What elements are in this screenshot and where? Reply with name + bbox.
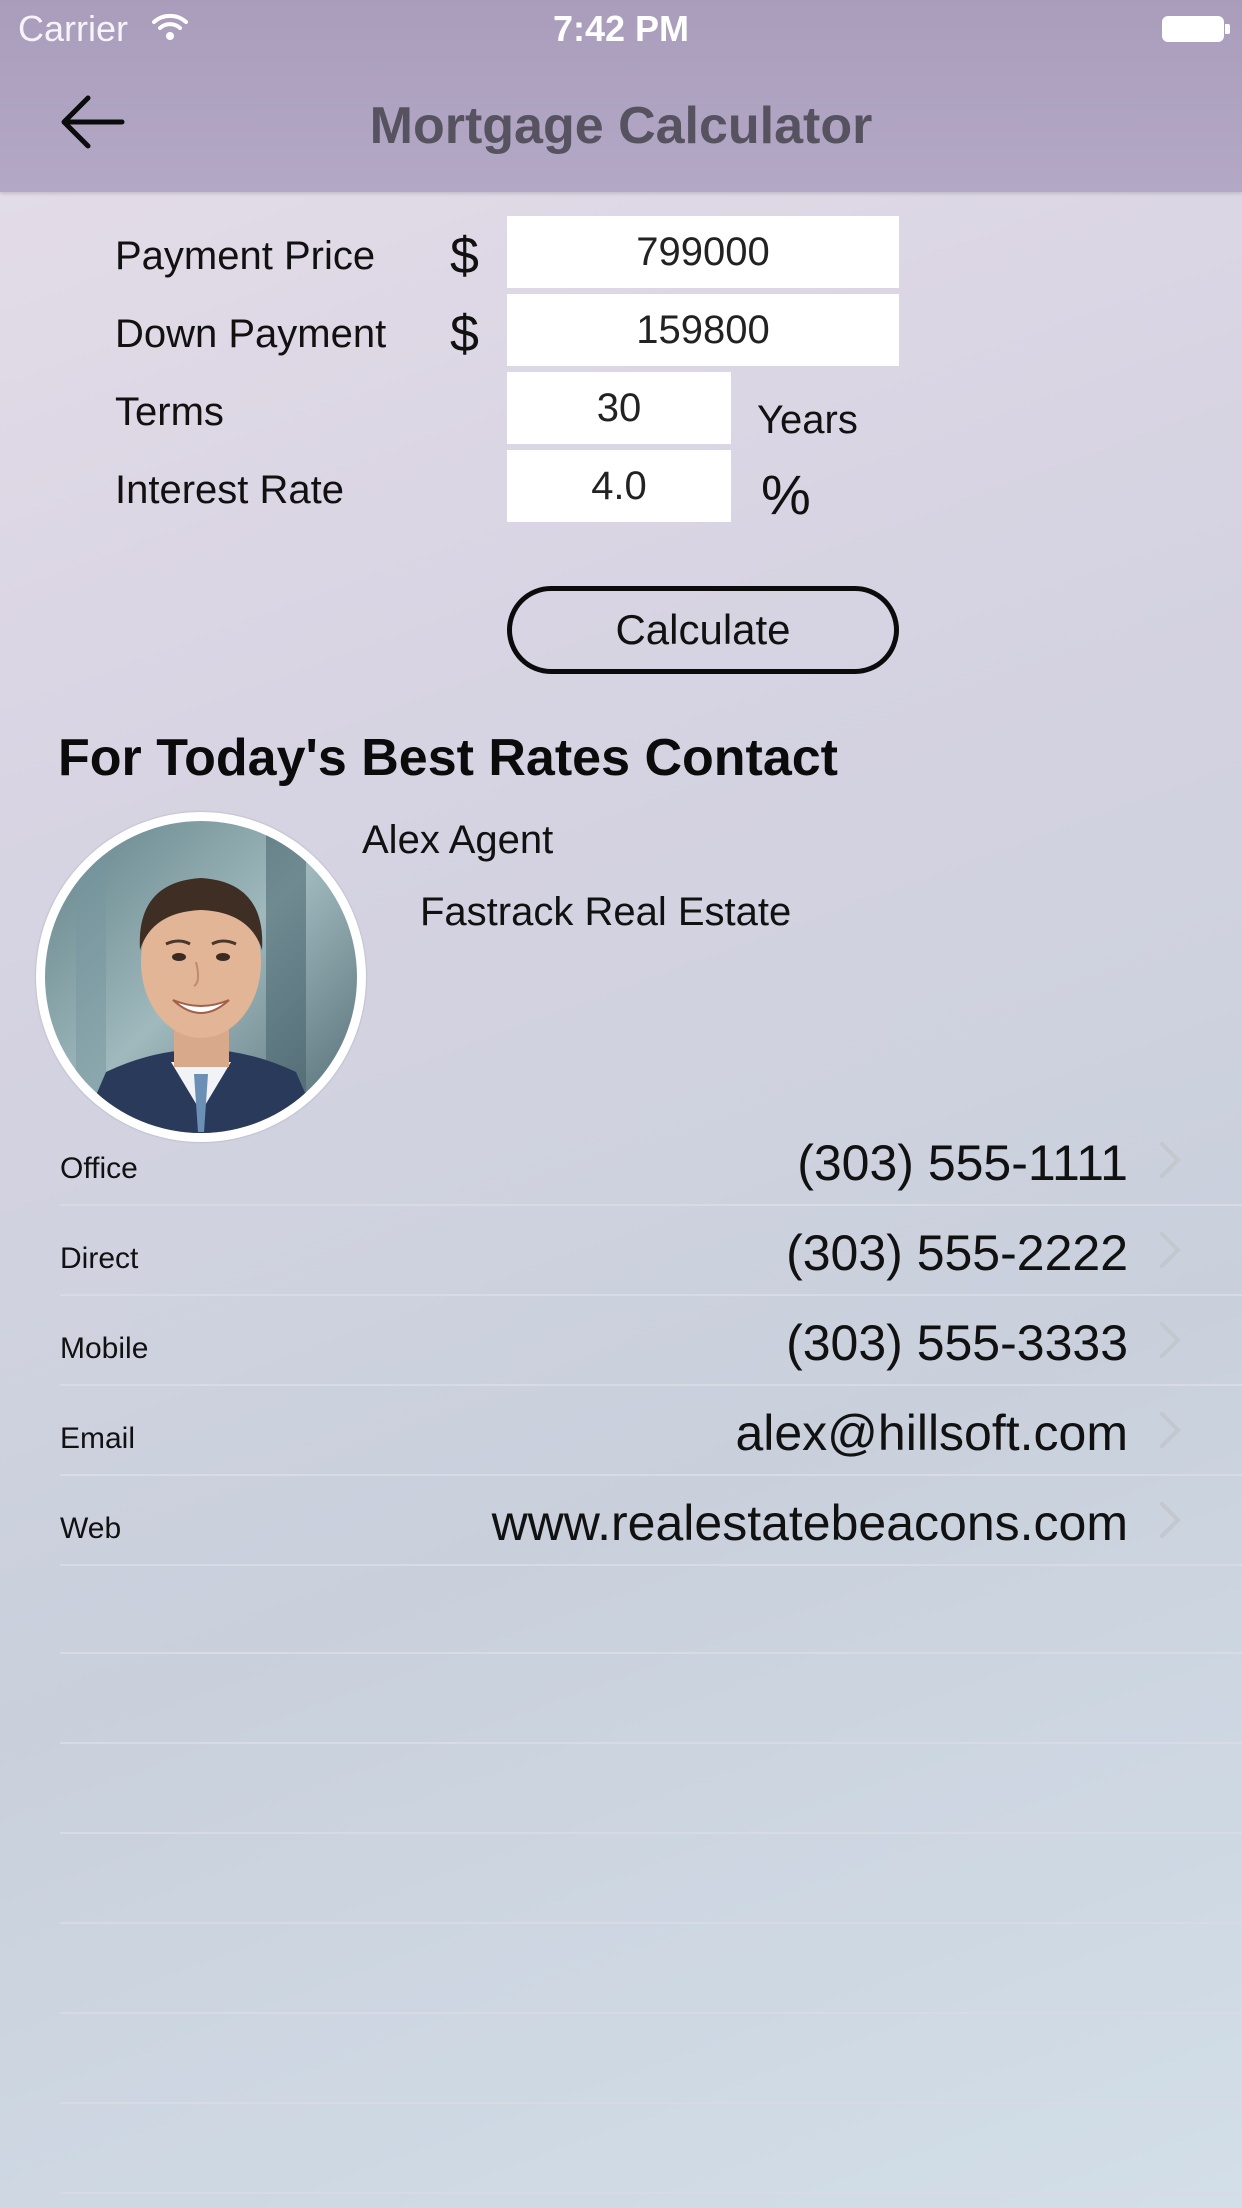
- row-label: Email: [60, 1422, 136, 1455]
- agent-avatar: [36, 812, 366, 1142]
- direct-phone-link[interactable]: (303) 555-2222: [786, 1224, 1128, 1282]
- email-link[interactable]: alex@hillsoft.com: [735, 1404, 1128, 1462]
- contact-row-email[interactable]: Email alex@hillsoft.com: [60, 1384, 1242, 1476]
- down-payment-currency: $: [450, 305, 479, 363]
- contact-row-mobile[interactable]: Mobile (303) 555-3333: [60, 1294, 1242, 1386]
- payment-price-currency: $: [450, 227, 479, 285]
- chevron-right-icon: [1160, 1232, 1181, 1268]
- contact-heading: For Today's Best Rates Contact: [58, 729, 838, 787]
- empty-row-separator: [60, 2012, 1242, 2014]
- battery-cap: [1225, 24, 1230, 34]
- empty-row-separator: [60, 1652, 1242, 1654]
- chevron-right-icon: [1160, 1142, 1181, 1178]
- office-phone-link[interactable]: (303) 555-1111: [797, 1134, 1128, 1192]
- row-label: Web: [60, 1512, 122, 1545]
- agent-name: Alex Agent: [362, 818, 554, 862]
- empty-row-separator: [60, 2192, 1242, 2194]
- interest-rate-label: Interest Rate: [115, 468, 345, 512]
- terms-label: Terms: [115, 390, 224, 434]
- chevron-right-icon: [1160, 1502, 1181, 1538]
- calculate-button[interactable]: Calculate: [507, 586, 899, 674]
- status-time: 7:42 PM: [552, 8, 690, 49]
- payment-price-label: Payment Price: [115, 234, 376, 278]
- empty-row-separator: [60, 2102, 1242, 2104]
- row-label: Mobile: [60, 1332, 149, 1365]
- website-link[interactable]: www.realestatebeacons.com: [492, 1494, 1128, 1552]
- empty-row-separator: [60, 1832, 1242, 1834]
- empty-row-separator: [60, 1742, 1242, 1744]
- down-payment-input[interactable]: [507, 294, 899, 366]
- agent-company: Fastrack Real Estate: [420, 890, 792, 934]
- mobile-phone-link[interactable]: (303) 555-3333: [786, 1314, 1128, 1372]
- contact-row-web[interactable]: Web www.realestatebeacons.com: [60, 1474, 1242, 1566]
- interest-rate-input[interactable]: [507, 450, 731, 522]
- contact-row-office[interactable]: Office (303) 555-1111: [60, 1114, 1242, 1206]
- down-payment-label: Down Payment: [115, 312, 387, 356]
- terms-unit: Years: [757, 398, 858, 442]
- chevron-right-icon: [1160, 1412, 1181, 1448]
- row-label: Direct: [60, 1242, 139, 1275]
- page-title: Mortgage Calculator: [369, 97, 873, 155]
- agent-photo: [41, 817, 361, 1137]
- terms-input[interactable]: [507, 372, 731, 444]
- interest-rate-unit: %: [761, 463, 811, 526]
- chevron-right-icon: [1160, 1322, 1181, 1358]
- payment-price-input[interactable]: [507, 216, 899, 288]
- battery-icon: [1162, 16, 1224, 42]
- empty-row-separator: [60, 1922, 1242, 1924]
- row-label: Office: [60, 1152, 138, 1185]
- contact-row-direct[interactable]: Direct (303) 555-2222: [60, 1204, 1242, 1296]
